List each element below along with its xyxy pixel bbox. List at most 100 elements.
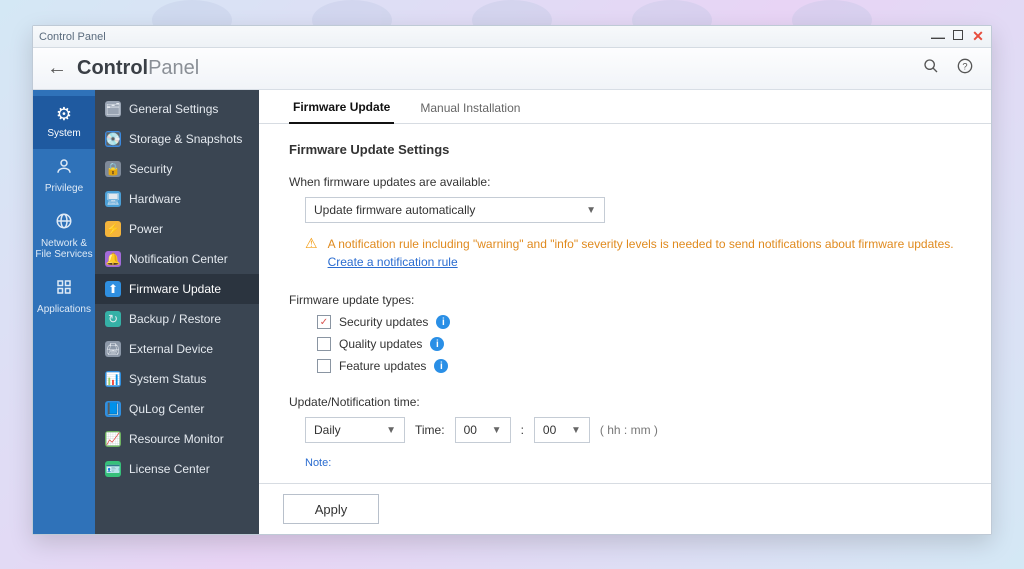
subnav-qulog-center[interactable]: 📘QuLog Center bbox=[95, 394, 259, 424]
subnav-backup-restore[interactable]: ↻ Backup / Restore bbox=[95, 304, 259, 334]
tabs: Firmware Update Manual Installation bbox=[259, 90, 991, 124]
gear-icon: ⚙ bbox=[33, 104, 95, 125]
when-select[interactable]: Update firmware automatically ▼ bbox=[305, 197, 605, 223]
info-icon[interactable]: i bbox=[430, 337, 444, 351]
bell-icon: 🔔 bbox=[105, 251, 121, 267]
type-security-row: Security updates i bbox=[317, 315, 961, 329]
globe-icon bbox=[33, 212, 95, 235]
user-icon bbox=[33, 157, 95, 180]
checkbox-label: Feature updates bbox=[339, 359, 426, 373]
minimize-button[interactable]: — bbox=[931, 30, 945, 44]
chevron-down-icon: ▼ bbox=[492, 425, 502, 436]
subnav-label: External Device bbox=[129, 342, 213, 356]
subnav-external-device[interactable]: 🖨 External Device bbox=[95, 334, 259, 364]
time-colon: : bbox=[521, 423, 524, 437]
sub-nav: 🗂General Settings 💽 Storage & Snapshots 🔒… bbox=[95, 90, 259, 534]
hour-value: 00 bbox=[464, 423, 477, 437]
subnav-label: License Center bbox=[129, 462, 210, 476]
note-label: Note: bbox=[305, 457, 961, 469]
time-label: Update/Notification time: bbox=[289, 395, 961, 409]
category-system[interactable]: ⚙ System bbox=[33, 96, 95, 149]
subnav-label: Security bbox=[129, 162, 172, 176]
status-icon: 📊 bbox=[105, 371, 121, 387]
minute-select[interactable]: 00 ▼ bbox=[534, 417, 590, 443]
types-label: Firmware update types: bbox=[289, 293, 961, 307]
category-label: Applications bbox=[37, 304, 91, 315]
lock-icon: 🔒 bbox=[105, 161, 121, 177]
app-title-bold: Control bbox=[77, 57, 148, 79]
settings-panel[interactable]: Firmware Update Settings When firmware u… bbox=[259, 124, 991, 483]
category-network[interactable]: Network & File Services bbox=[33, 204, 95, 270]
checkbox-security-updates[interactable] bbox=[317, 315, 331, 329]
create-notification-rule-link[interactable]: Create a notification rule bbox=[328, 255, 458, 269]
content: Firmware Update Manual Installation Firm… bbox=[259, 90, 991, 534]
apps-icon bbox=[33, 278, 95, 301]
category-label: Privilege bbox=[45, 183, 83, 194]
warning-icon: ⚠ bbox=[305, 235, 318, 271]
storage-icon: 💽 bbox=[105, 131, 121, 147]
hhmm-hint: ( hh : mm ) bbox=[600, 423, 658, 437]
titlebar: Control Panel — ✕ bbox=[33, 26, 991, 48]
tab-firmware-update[interactable]: Firmware Update bbox=[289, 100, 394, 124]
close-button[interactable]: ✕ bbox=[971, 30, 985, 44]
subnav-security[interactable]: 🔒 Security bbox=[95, 154, 259, 184]
subnav-license-center[interactable]: 🪪License Center bbox=[95, 454, 259, 484]
subnav-firmware-update[interactable]: ⬆ Firmware Update bbox=[95, 274, 259, 304]
hardware-icon: 🖥 bbox=[105, 191, 121, 207]
tab-manual-installation[interactable]: Manual Installation bbox=[416, 101, 524, 123]
subnav-general-settings[interactable]: 🗂General Settings bbox=[95, 94, 259, 124]
category-privilege[interactable]: Privilege bbox=[33, 149, 95, 204]
subnav-system-status[interactable]: 📊System Status bbox=[95, 364, 259, 394]
subnav-notification-center[interactable]: 🔔Notification Center bbox=[95, 244, 259, 274]
search-icon[interactable] bbox=[919, 58, 943, 79]
back-button[interactable]: ← bbox=[47, 57, 67, 80]
app-title-light: Panel bbox=[148, 57, 199, 79]
monitor-icon: 📈 bbox=[105, 431, 121, 447]
info-icon[interactable]: i bbox=[436, 315, 450, 329]
subnav-label: Resource Monitor bbox=[129, 432, 224, 446]
firmware-icon: ⬆ bbox=[105, 281, 121, 297]
body: ⚙ System Privilege Network & File Servic… bbox=[33, 90, 991, 534]
when-select-value: Update firmware automatically bbox=[314, 203, 475, 217]
checkbox-quality-updates[interactable] bbox=[317, 337, 331, 351]
subnav-storage-snapshots[interactable]: 💽 Storage & Snapshots bbox=[95, 124, 259, 154]
warning-text: A notification rule including "warning" … bbox=[328, 237, 954, 251]
hour-select[interactable]: 00 ▼ bbox=[455, 417, 511, 443]
external-icon: 🖨 bbox=[105, 341, 121, 357]
warning-row: ⚠ A notification rule including "warning… bbox=[305, 235, 961, 271]
window-controls: — ✕ bbox=[931, 30, 985, 44]
type-quality-row: Quality updates i bbox=[317, 337, 961, 351]
category-label: System bbox=[47, 128, 80, 139]
chevron-down-icon: ▼ bbox=[586, 205, 596, 216]
category-applications[interactable]: Applications bbox=[33, 270, 95, 325]
header: ← ControlPanel ? bbox=[33, 48, 991, 90]
apply-button[interactable]: Apply bbox=[283, 494, 379, 524]
time-row: Daily ▼ Time: 00 ▼ : 00 ▼ ( hh : mm ) bbox=[305, 417, 961, 443]
settings-icon: 🗂 bbox=[105, 101, 121, 117]
qulog-icon: 📘 bbox=[105, 401, 121, 417]
backup-icon: ↻ bbox=[105, 311, 121, 327]
svg-text:?: ? bbox=[962, 61, 967, 71]
footer: Apply bbox=[259, 483, 991, 534]
power-icon: ⚡ bbox=[105, 221, 121, 237]
control-panel-window: Control Panel — ✕ ← ControlPanel ? ⚙ Sys… bbox=[32, 25, 992, 535]
maximize-button[interactable] bbox=[953, 30, 963, 40]
category-label: Network & File Services bbox=[33, 238, 95, 260]
help-icon[interactable]: ? bbox=[953, 58, 977, 79]
category-nav: ⚙ System Privilege Network & File Servic… bbox=[33, 90, 95, 534]
window-title: Control Panel bbox=[39, 31, 931, 43]
app-title: ControlPanel bbox=[77, 57, 199, 80]
when-label: When firmware updates are available: bbox=[289, 175, 961, 189]
frequency-value: Daily bbox=[314, 423, 341, 437]
subnav-resource-monitor[interactable]: 📈 Resource Monitor bbox=[95, 424, 259, 454]
subnav-label: Backup / Restore bbox=[129, 312, 221, 326]
subnav-label: Firmware Update bbox=[129, 282, 221, 296]
subnav-label: Storage & Snapshots bbox=[129, 132, 242, 146]
time-word: Time: bbox=[415, 423, 445, 437]
info-icon[interactable]: i bbox=[434, 359, 448, 373]
subnav-power[interactable]: ⚡Power bbox=[95, 214, 259, 244]
subnav-hardware[interactable]: 🖥Hardware bbox=[95, 184, 259, 214]
section-title: Firmware Update Settings bbox=[289, 142, 961, 157]
frequency-select[interactable]: Daily ▼ bbox=[305, 417, 405, 443]
checkbox-feature-updates[interactable] bbox=[317, 359, 331, 373]
